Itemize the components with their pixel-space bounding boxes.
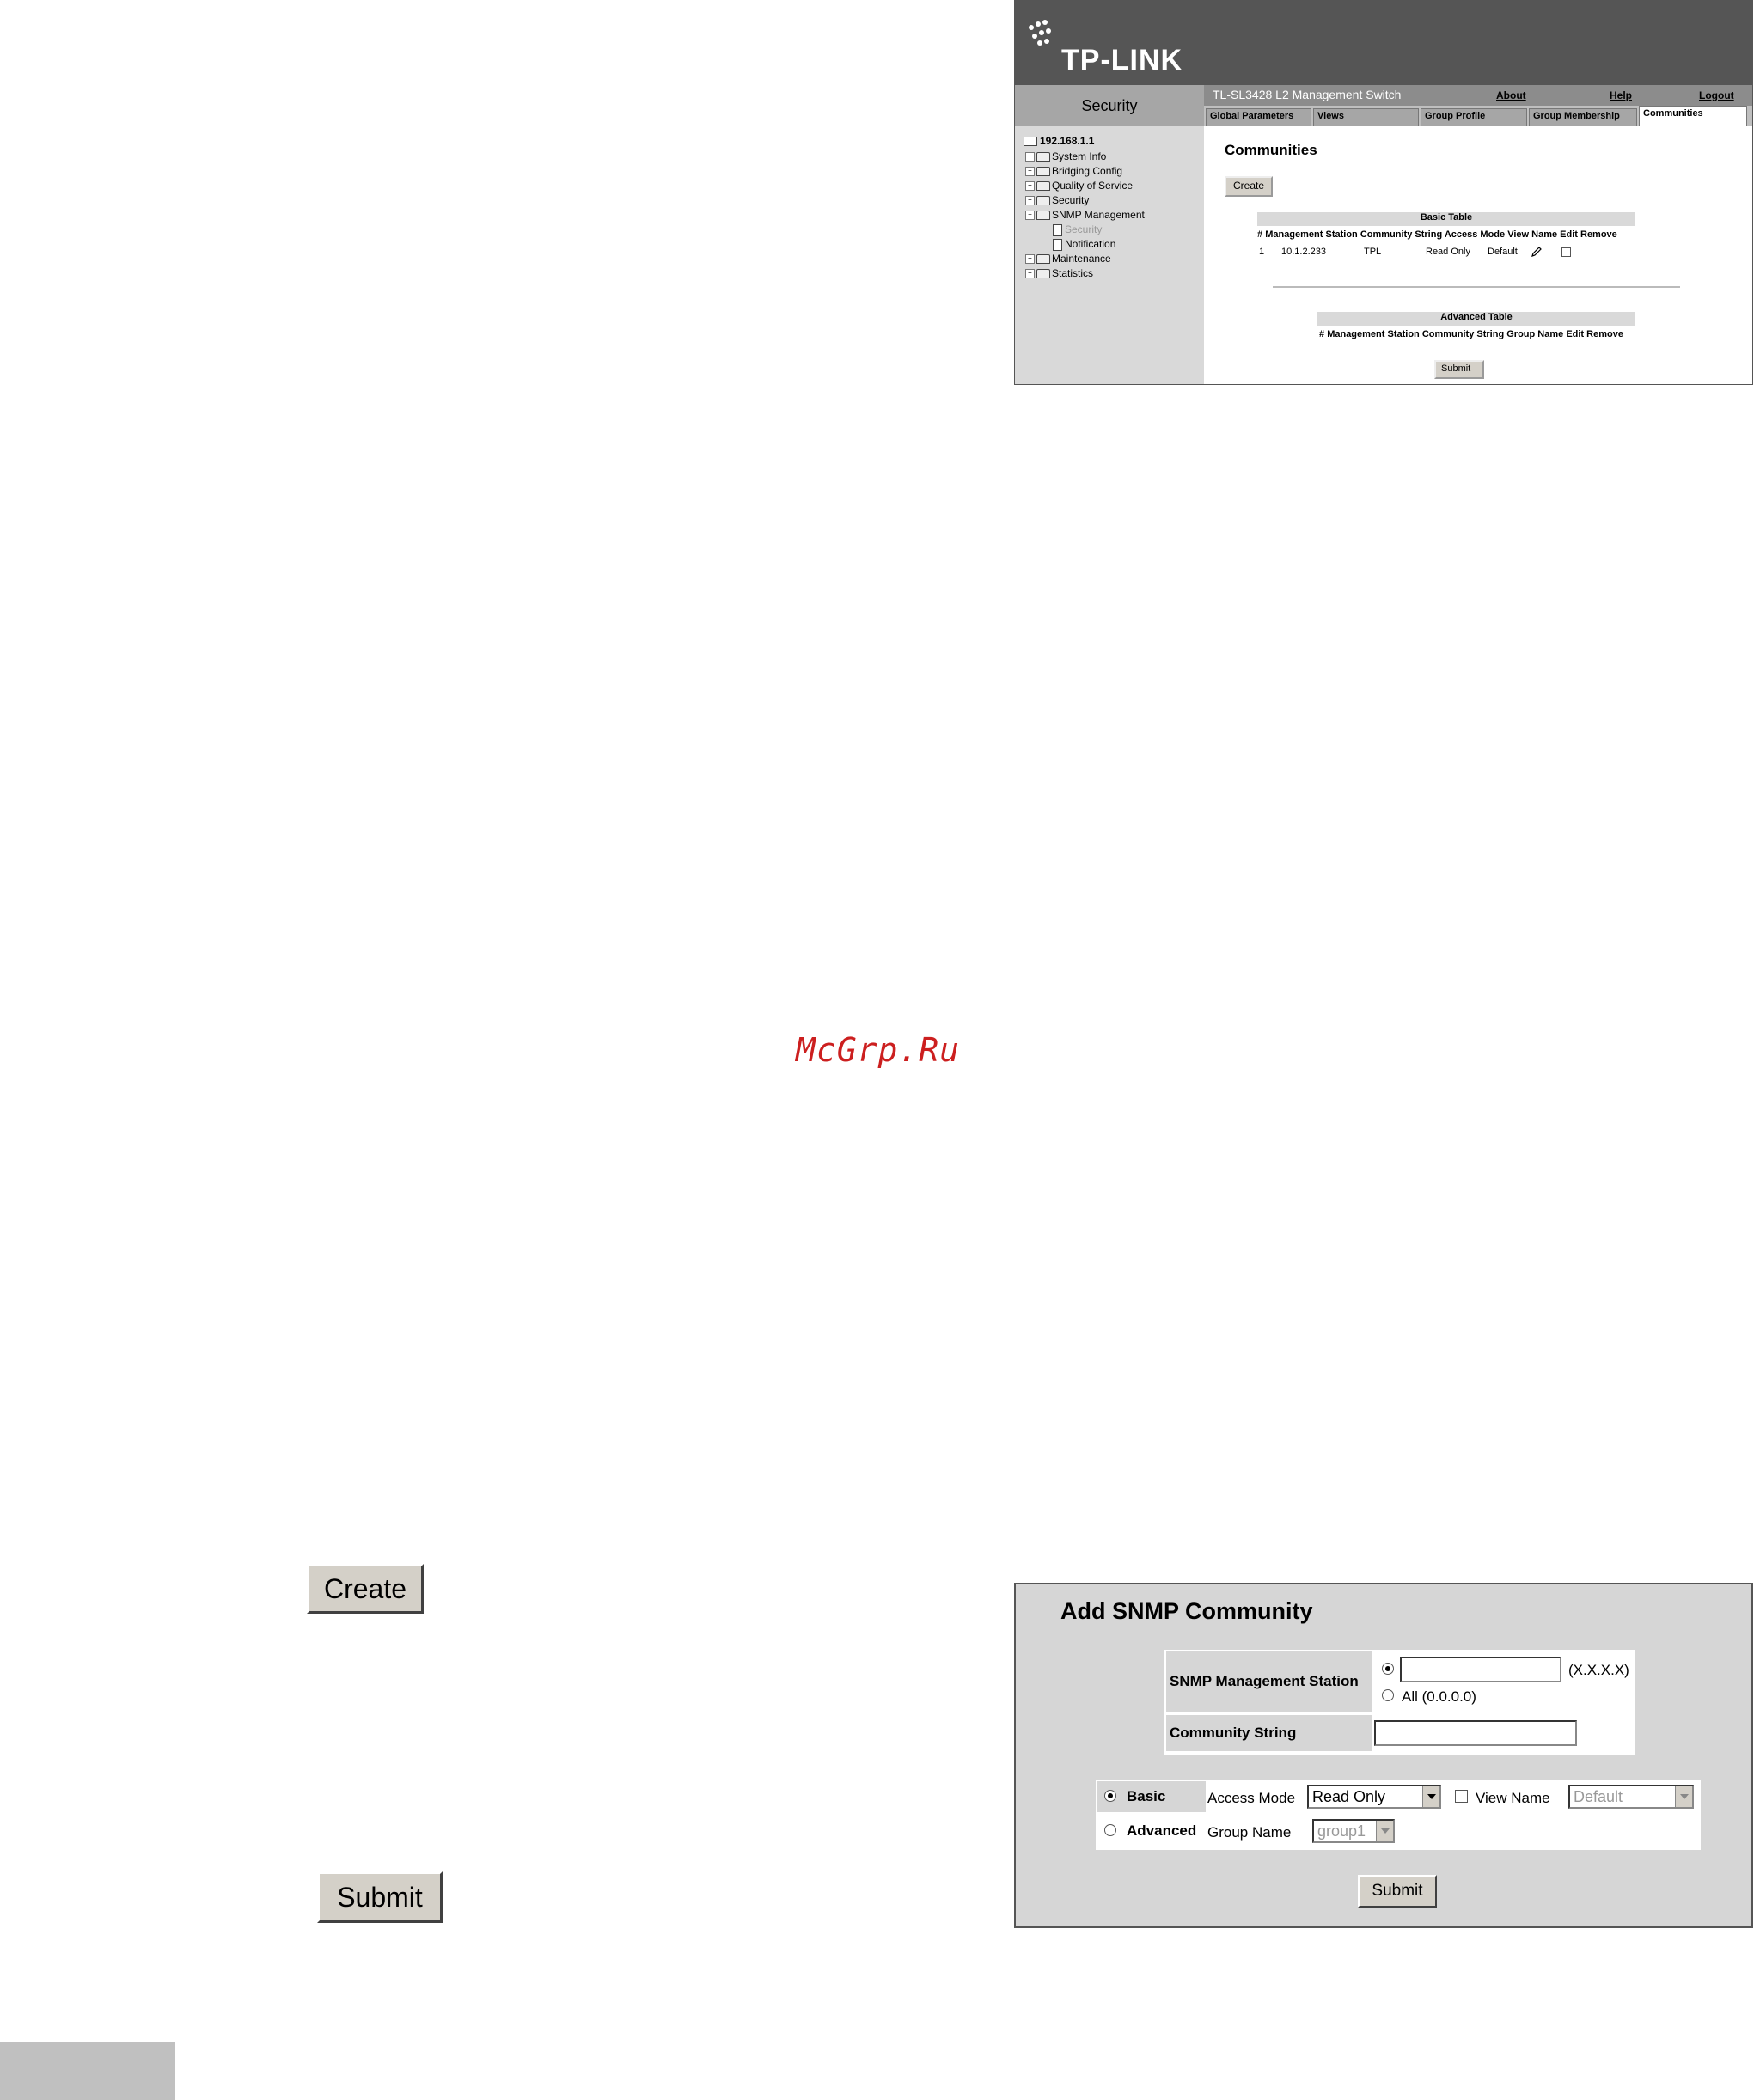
view-name-checkbox[interactable] [1455, 1790, 1468, 1803]
section-title: Security [1015, 85, 1204, 126]
page-icon [1053, 223, 1062, 236]
folder-icon [1036, 167, 1050, 177]
create-button[interactable]: Create [1225, 176, 1273, 197]
mode-panel: Basic Access Mode Read Only View Name De… [1096, 1780, 1701, 1850]
group-name-label: Group Name [1207, 1824, 1292, 1841]
folder-open-icon [1036, 211, 1050, 221]
expand-icon: + [1025, 152, 1035, 162]
expand-icon: + [1025, 269, 1035, 279]
help-link[interactable]: Help [1610, 89, 1632, 101]
tab-group-membership[interactable]: Group Membership [1529, 108, 1637, 126]
page-tab-marker [0, 2042, 175, 2100]
submit-button-large[interactable]: Submit [317, 1871, 443, 1923]
tab-communities[interactable]: Communities [1639, 106, 1747, 126]
collapse-icon: − [1025, 211, 1035, 221]
basic-table-title: Basic Table [1257, 212, 1635, 226]
tree-item-snmp-management[interactable]: − SNMP Management [1025, 209, 1145, 221]
folder-icon [1036, 152, 1050, 162]
main-content: Communities Create Basic Table # Managem… [1204, 126, 1752, 384]
folder-icon [1036, 181, 1050, 192]
basic-radio[interactable] [1104, 1790, 1116, 1802]
chevron-down-icon [1376, 1821, 1393, 1841]
station-ip-radio[interactable] [1382, 1663, 1394, 1675]
expand-icon: + [1025, 167, 1035, 177]
tree-item-bridging-config[interactable]: + Bridging Config [1025, 165, 1122, 177]
device-title: TL-SL3428 L2 Management Switch [1213, 88, 1402, 101]
expand-icon: + [1025, 196, 1035, 206]
tree-item-quality-of-service[interactable]: + Quality of Service [1025, 180, 1133, 192]
tree-item-statistics[interactable]: + Statistics [1025, 267, 1093, 279]
access-mode-label: Access Mode [1207, 1790, 1296, 1806]
basic-label: Basic [1127, 1788, 1166, 1804]
left-nav-panel [1015, 85, 1204, 384]
submit-button[interactable]: Submit [1434, 360, 1484, 379]
remove-checkbox[interactable] [1561, 247, 1571, 257]
submit-button[interactable]: Submit [1358, 1875, 1437, 1908]
expand-icon: + [1025, 254, 1035, 265]
station-ip-input[interactable] [1400, 1657, 1561, 1682]
advanced-radio[interactable] [1104, 1824, 1116, 1836]
tab-global-parameters[interactable]: Global Parameters [1206, 108, 1311, 126]
watermark: McGrp.Ru [796, 1031, 961, 1069]
advanced-label: Advanced [1127, 1822, 1197, 1839]
create-button-large[interactable]: Create [307, 1564, 424, 1614]
network-icon [1024, 137, 1037, 147]
expand-icon: + [1025, 181, 1035, 192]
ip-format-hint: (X.X.X.X) [1568, 1662, 1629, 1678]
add-snmp-community-screenshot: Add SNMP Community SNMP Management Stati… [1014, 1583, 1753, 1928]
about-link[interactable]: About [1496, 89, 1526, 101]
title-bar: TL-SL3428 L2 Management Switch About Hel… [1204, 85, 1752, 106]
tree-item-maintenance[interactable]: + Maintenance [1025, 253, 1111, 265]
page-icon [1053, 238, 1062, 251]
folder-icon [1036, 269, 1050, 279]
view-name-select[interactable]: Default [1568, 1785, 1694, 1809]
station-panel: SNMP Management Station (X.X.X.X) All (0… [1164, 1650, 1635, 1755]
community-string-input[interactable] [1374, 1720, 1577, 1746]
tree-root[interactable]: 192.168.1.1 [1024, 135, 1094, 147]
folder-icon [1036, 196, 1050, 206]
tab-group-profile[interactable]: Group Profile [1421, 108, 1527, 126]
chevron-down-icon [1422, 1786, 1439, 1807]
communities-screenshot: TP-LINK Security TL-SL3428 L2 Management… [1014, 0, 1753, 385]
tp-link-logo: TP-LINK [1027, 20, 1233, 80]
tree-item-snmp-security[interactable]: Security [1053, 223, 1102, 236]
group-name-select[interactable]: group1 [1312, 1819, 1395, 1843]
header-banner: TP-LINK [1015, 1, 1752, 85]
divider [1273, 286, 1680, 288]
tree-item-notification[interactable]: Notification [1053, 238, 1115, 251]
edit-pencil-icon[interactable] [1531, 246, 1543, 258]
tab-views[interactable]: Views [1313, 108, 1419, 126]
brand-name: TP-LINK [1061, 44, 1183, 76]
tab-bar: Global Parameters Views Group Profile Gr… [1204, 106, 1752, 126]
advanced-table-title: Advanced Table [1317, 312, 1635, 326]
form-title: Add SNMP Community [1060, 1598, 1313, 1624]
snmp-station-label: SNMP Management Station [1166, 1651, 1372, 1712]
page-title: Communities [1225, 142, 1317, 158]
community-string-label: Community String [1166, 1715, 1372, 1751]
access-mode-select[interactable]: Read Only [1307, 1785, 1441, 1809]
all-option-label: All (0.0.0.0) [1402, 1688, 1476, 1705]
tree-item-system-info[interactable]: + System Info [1025, 150, 1106, 162]
station-all-radio[interactable] [1382, 1689, 1394, 1701]
view-name-label: View Name [1476, 1790, 1550, 1806]
basic-table-header: # Management Station Community String Ac… [1257, 229, 1617, 240]
folder-icon [1036, 254, 1050, 265]
logout-link[interactable]: Logout [1699, 89, 1734, 101]
chevron-down-icon [1675, 1786, 1692, 1807]
advanced-table-header: # Management Station Community String Gr… [1319, 329, 1623, 339]
tree-item-security[interactable]: + Security [1025, 194, 1089, 206]
